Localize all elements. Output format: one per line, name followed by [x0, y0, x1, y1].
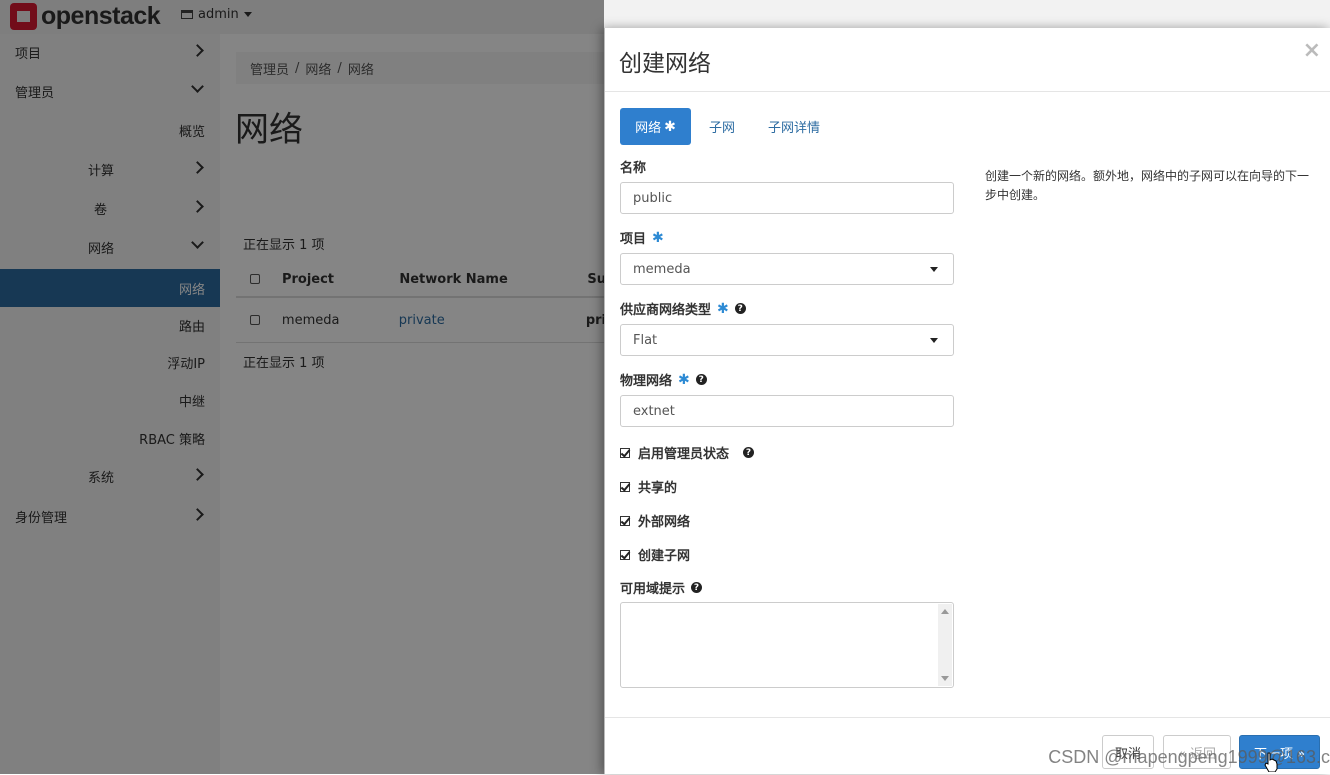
help-icon[interactable]: ? — [734, 303, 746, 314]
help-icon[interactable]: ? — [743, 447, 755, 458]
external-network-checkbox[interactable] — [620, 515, 630, 526]
next-button[interactable]: 下一项 » — [1239, 735, 1320, 769]
tab-network[interactable]: 网络 ✱ — [620, 108, 691, 145]
provider-network-type-label: 供应商网络类型 ✱ ? — [620, 299, 746, 318]
external-network-checkbox-row[interactable]: 外部网络 — [620, 511, 690, 530]
required-icon: ✱ — [664, 118, 676, 135]
provider-network-type-select[interactable]: Flat — [620, 324, 954, 356]
tab-label: 网络 — [635, 121, 662, 136]
tab-label: 子网详情 — [768, 121, 821, 136]
admin-state-checkbox-row[interactable]: 启用管理员状态 ? — [620, 443, 755, 462]
scrollbar[interactable] — [938, 604, 952, 686]
shared-checkbox-row[interactable]: 共享的 — [620, 477, 677, 496]
project-select[interactable]: memeda — [620, 253, 954, 285]
admin-state-checkbox[interactable] — [620, 447, 630, 458]
shared-label: 共享的 — [638, 481, 678, 496]
project-label: 项目 ✱ — [620, 228, 664, 248]
provider-network-type-value: Flat — [633, 332, 658, 348]
create-subnet-label: 创建子网 — [638, 549, 691, 564]
create-network-modal: 创建网络 × 网络 ✱ 子网 子网详情 名称 项目 ✱ memeda 供应商网络… — [604, 28, 1330, 774]
scroll-down-icon[interactable] — [941, 676, 949, 681]
availability-zone-hints-label: 可用域提示 ? — [620, 578, 703, 597]
project-select-value: memeda — [633, 261, 691, 277]
caret-down-icon — [930, 267, 938, 272]
help-text: 创建一个新的网络。额外地，网络中的子网可以在向导的下一步中创建。 — [985, 169, 1310, 202]
modal-header: 创建网络 × — [605, 28, 1330, 92]
tab-label: 子网 — [709, 121, 736, 136]
required-icon: ✱ — [652, 229, 664, 246]
scroll-up-icon[interactable] — [941, 609, 949, 614]
help-icon[interactable]: ? — [691, 582, 703, 593]
back-button[interactable]: « 返回 — [1163, 735, 1231, 769]
shared-checkbox[interactable] — [620, 481, 630, 492]
project-label-text: 项目 — [620, 232, 647, 247]
provider-network-type-label-text: 供应商网络类型 — [620, 303, 712, 318]
physical-network-label: 物理网络 ✱ ? — [620, 370, 707, 389]
required-icon: ✱ — [717, 300, 729, 317]
external-network-label: 外部网络 — [638, 515, 691, 530]
required-icon: ✱ — [678, 371, 690, 388]
name-input[interactable] — [620, 182, 954, 214]
admin-state-label: 启用管理员状态 — [638, 447, 730, 462]
modal-footer: 取消 « 返回 下一项 » — [605, 717, 1330, 775]
name-label-text: 名称 — [620, 161, 647, 176]
close-icon[interactable]: × — [1303, 38, 1321, 63]
create-subnet-checkbox[interactable] — [620, 549, 630, 560]
hand-cursor-icon — [1264, 752, 1278, 772]
cancel-button[interactable]: 取消 — [1102, 735, 1154, 769]
physical-network-label-text: 物理网络 — [620, 374, 673, 389]
help-icon[interactable]: ? — [695, 374, 707, 385]
modal-title: 创建网络 — [619, 51, 711, 77]
tab-subnet-details[interactable]: 子网详情 — [768, 108, 820, 145]
availability-zone-hints-listbox[interactable] — [620, 602, 954, 688]
name-label: 名称 — [620, 157, 646, 176]
create-subnet-checkbox-row[interactable]: 创建子网 — [620, 545, 690, 564]
caret-down-icon — [930, 338, 938, 343]
physical-network-input[interactable] — [620, 395, 954, 427]
availability-zone-hints-label-text: 可用域提示 — [620, 582, 686, 597]
tab-subnet[interactable]: 子网 — [709, 108, 735, 145]
modal-backdrop[interactable] — [0, 0, 604, 774]
